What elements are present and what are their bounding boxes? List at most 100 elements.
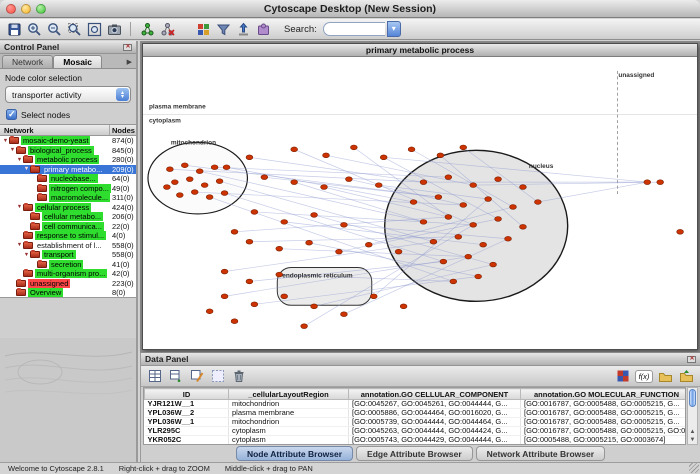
network-node[interactable] — [520, 185, 527, 190]
network-node[interactable] — [350, 145, 357, 150]
tree-item-cellular-process[interactable]: ▼cellular process424(0) — [0, 203, 136, 213]
network-node[interactable] — [365, 242, 372, 247]
network-node[interactable] — [221, 191, 228, 196]
network-node[interactable] — [400, 304, 407, 309]
table-row[interactable]: YPL036W__2plasma membrane[GO:0005886, GO… — [145, 409, 687, 418]
network-node[interactable] — [251, 302, 258, 307]
network-node[interactable] — [470, 222, 477, 227]
network-node[interactable] — [201, 183, 208, 188]
tree-item-overview[interactable]: Overview8(0) — [0, 288, 136, 298]
node-color-select[interactable]: transporter activity — [5, 86, 131, 103]
layout-icon[interactable] — [234, 20, 252, 38]
create-attribute-icon[interactable] — [167, 367, 185, 385]
table-row[interactable]: YPL036W__1mitochondrion[GO:0005739, GO:0… — [145, 418, 687, 427]
tree-item-macromolecule[interactable]: macromolecule...311(0) — [0, 193, 136, 203]
network-node[interactable] — [276, 246, 283, 251]
network-node[interactable] — [301, 324, 308, 329]
tree-item-cell-communica[interactable]: cell communica...22(0) — [0, 222, 136, 232]
tree-item-transport[interactable]: ▼transport558(0) — [0, 250, 136, 260]
search-input[interactable] — [323, 22, 385, 36]
new-network-icon[interactable] — [138, 20, 156, 38]
tree-toggle-icon[interactable]: ▼ — [9, 147, 16, 153]
import-folder-icon[interactable] — [677, 367, 695, 385]
save-icon[interactable] — [5, 20, 23, 38]
network-node[interactable] — [246, 239, 253, 244]
tab-mosaic[interactable]: Mosaic — [53, 55, 102, 68]
search-dropdown-icon[interactable] — [387, 21, 401, 37]
network-node[interactable] — [445, 215, 452, 220]
tree-item-cellular-metabo[interactable]: cellular metabo...206(0) — [0, 212, 136, 222]
tree-item-primary-metabo[interactable]: ▼primary metabo...209(0) — [0, 165, 136, 175]
network-node[interactable] — [323, 153, 330, 158]
network-node[interactable] — [231, 229, 238, 234]
network-node[interactable] — [395, 249, 402, 254]
resize-grip[interactable] — [689, 463, 699, 473]
network-node[interactable] — [490, 262, 497, 267]
network-node[interactable] — [437, 153, 444, 158]
modify-attribute-icon[interactable] — [188, 367, 206, 385]
network-node[interactable] — [495, 177, 502, 182]
tab-node-attribute-browser[interactable]: Node Attribute Browser — [236, 446, 353, 461]
network-node[interactable] — [410, 200, 417, 205]
network-node[interactable] — [246, 155, 253, 160]
zoom-in-icon[interactable] — [25, 20, 43, 38]
zoom-selected-icon[interactable] — [65, 20, 83, 38]
filter-icon[interactable] — [214, 20, 232, 38]
network-node[interactable] — [206, 309, 213, 314]
float-panel-icon[interactable] — [123, 44, 132, 51]
network-node[interactable] — [246, 279, 253, 284]
network-node[interactable] — [430, 239, 437, 244]
network-node[interactable] — [455, 234, 462, 239]
network-node[interactable] — [281, 294, 288, 299]
network-node[interactable] — [223, 165, 230, 170]
network-node[interactable] — [166, 167, 173, 172]
network-node[interactable] — [495, 217, 502, 222]
column-header-annotation-go-molecular-function[interactable]: annotation.GO MOLECULAR_FUNCTION — [521, 389, 687, 400]
table-row[interactable]: YLR295Ccytoplasm[GO:0045263, GO:0044444,… — [145, 427, 687, 436]
network-node[interactable] — [251, 210, 258, 215]
network-node[interactable] — [534, 200, 541, 205]
network-node[interactable] — [341, 312, 348, 317]
network-node[interactable] — [435, 195, 442, 200]
tab-network-attribute-browser[interactable]: Network Attribute Browser — [476, 446, 605, 461]
network-node[interactable] — [321, 185, 328, 190]
tree-header-nodes[interactable]: Nodes — [110, 125, 136, 135]
tab-network[interactable]: Network — [2, 55, 53, 68]
network-node[interactable] — [505, 236, 512, 241]
network-edge[interactable] — [227, 167, 414, 202]
zoom-out-icon[interactable] — [45, 20, 63, 38]
network-node[interactable] — [176, 193, 183, 198]
network-node[interactable] — [221, 269, 228, 274]
network-node[interactable] — [475, 274, 482, 279]
network-node[interactable] — [306, 240, 313, 245]
network-node[interactable] — [450, 279, 457, 284]
network-node[interactable] — [191, 190, 198, 195]
float-data-panel-icon[interactable] — [687, 356, 696, 363]
select-attributes-icon[interactable] — [146, 367, 164, 385]
network-node[interactable] — [281, 219, 288, 224]
network-node[interactable] — [336, 249, 343, 254]
network-node[interactable] — [408, 147, 415, 152]
network-node[interactable] — [375, 183, 382, 188]
scrollbar-arrows-icon[interactable] — [688, 428, 697, 444]
network-node[interactable] — [644, 180, 651, 185]
network-node[interactable] — [460, 203, 467, 208]
scrollbar-thumb[interactable] — [689, 389, 696, 407]
table-scrollbar[interactable] — [687, 387, 698, 445]
tree-item-nitrogen-compo[interactable]: nitrogen compo...49(0) — [0, 184, 136, 194]
network-graph[interactable]: plasma membranecytoplasmmitochondrionnuc… — [143, 57, 697, 349]
plugins-icon[interactable] — [254, 20, 272, 38]
delete-attribute-icon[interactable] — [230, 367, 248, 385]
clear-attribute-icon[interactable] — [209, 367, 227, 385]
tree-item-unassigned[interactable]: unassigned223(0) — [0, 279, 136, 289]
open-folder-icon[interactable] — [656, 367, 674, 385]
network-node[interactable] — [341, 222, 348, 227]
tree-header-network[interactable]: Network — [0, 125, 110, 135]
tree-item-establishment-of-l[interactable]: ▼establishment of l...558(0) — [0, 241, 136, 251]
network-node[interactable] — [420, 219, 427, 224]
network-node[interactable] — [470, 183, 477, 188]
tree-item-mosaic-demo-yeast[interactable]: ▼mosaic-demo-yeast874(0) — [0, 136, 136, 146]
tree-item-multi-organism-pro[interactable]: multi-organism pro...42(0) — [0, 269, 136, 279]
network-node[interactable] — [657, 180, 664, 185]
network-node[interactable] — [380, 155, 387, 160]
